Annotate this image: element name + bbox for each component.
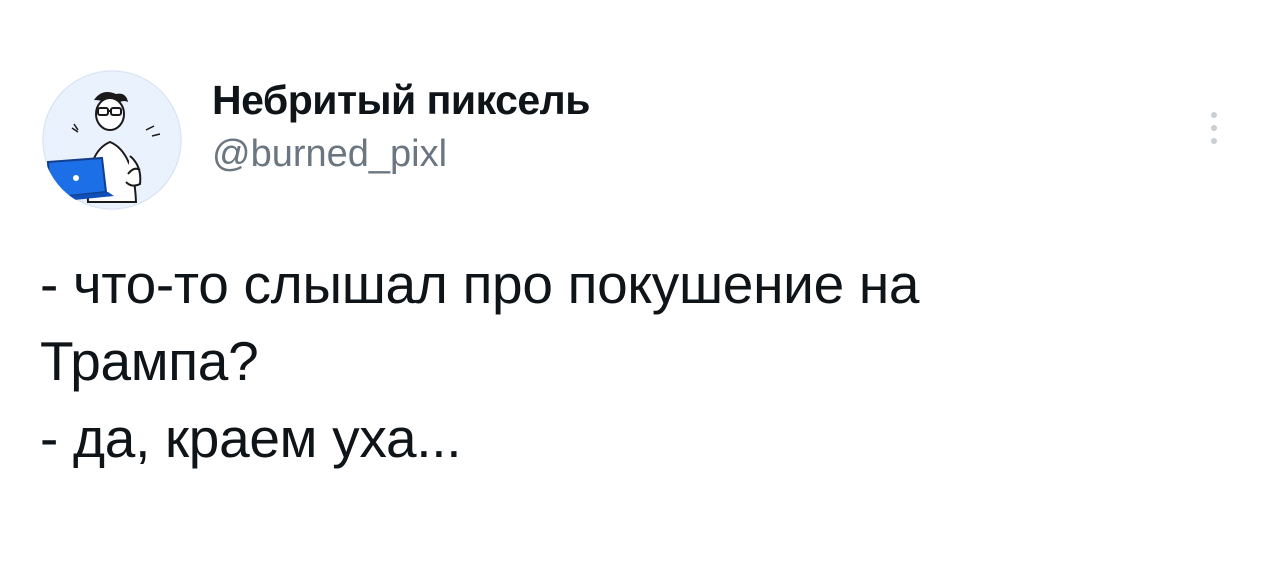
display-name[interactable]: Небритый пиксель	[212, 76, 590, 124]
tweet-card: Небритый пиксель @burned_pixl - что-то с…	[0, 0, 1280, 586]
avatar[interactable]	[42, 70, 182, 210]
tweet-text-line: - да, краем уха...	[40, 407, 462, 469]
tweet-text: - что-то слышал про покушение на Трампа?…	[40, 246, 1220, 477]
person-with-laptop-illustration-icon	[42, 70, 182, 210]
tweet-header: Небритый пиксель @burned_pixl	[212, 76, 590, 178]
tweet-text-line: - что-то слышал про покушение на	[40, 253, 920, 315]
tweet-text-line: Трампа?	[40, 330, 259, 392]
user-handle[interactable]: @burned_pixl	[212, 130, 590, 178]
more-options-button[interactable]	[1196, 98, 1232, 158]
more-vertical-icon	[1211, 112, 1217, 118]
more-vertical-icon-dot	[1211, 125, 1217, 131]
more-vertical-icon-dot	[1211, 138, 1217, 144]
